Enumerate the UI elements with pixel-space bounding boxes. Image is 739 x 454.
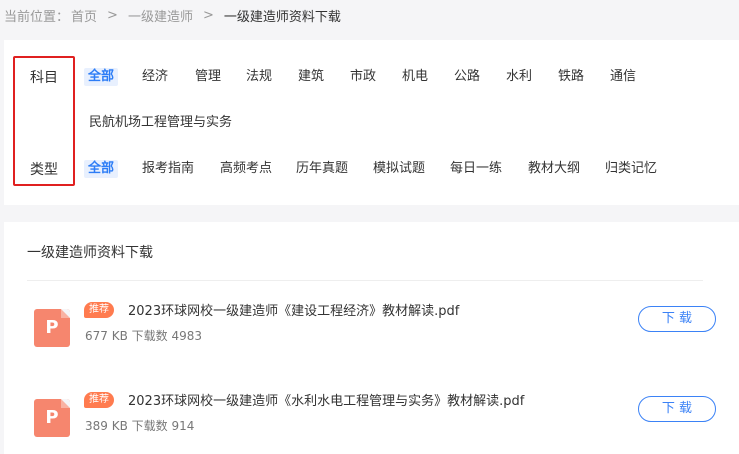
type-tag-mock-exams[interactable]: 模拟试题: [373, 160, 425, 178]
subject-tag-highway[interactable]: 公路: [454, 68, 480, 86]
type-tag-syllabus[interactable]: 教材大纲: [528, 160, 580, 178]
subject-tag-mechanical[interactable]: 机电: [402, 68, 428, 86]
download-list-panel: 一级建造师资料下载 P 推荐 2023环球网校一级建造师《建设工程经济》教材解读…: [4, 222, 739, 454]
type-label: 类型: [30, 162, 58, 178]
breadcrumb-home-link[interactable]: 首页: [71, 6, 97, 25]
file-name-link[interactable]: 2023环球网校一级建造师《水利水电工程管理与实务》教材解读.pdf: [128, 390, 524, 409]
breadcrumb-separator: >: [107, 7, 118, 23]
list-title: 一级建造师资料下载: [27, 245, 153, 261]
subject-tag-all[interactable]: 全部: [84, 68, 119, 86]
type-tag-all[interactable]: 全部: [84, 160, 119, 178]
subject-label: 科目: [30, 70, 58, 86]
recommend-badge: 推荐: [84, 392, 114, 408]
file-name-link[interactable]: 2023环球网校一级建造师《建设工程经济》教材解读.pdf: [128, 300, 459, 319]
list-divider: [27, 280, 703, 281]
subject-tag-telecom[interactable]: 通信: [610, 68, 636, 86]
subject-tag-aviation[interactable]: 民航机场工程管理与实务: [89, 114, 232, 132]
subject-tag-municipal[interactable]: 市政: [350, 68, 376, 86]
breadcrumb-level2-link[interactable]: 一级建造师: [128, 6, 193, 25]
file-meta: 677 KB 下载数 4983: [85, 329, 202, 343]
download-button[interactable]: 下 载: [638, 396, 716, 422]
breadcrumb-current: 一级建造师资料下载: [223, 9, 341, 25]
recommend-badge: 推荐: [84, 302, 114, 318]
filter-panel: 科目 类型 全部 经济 管理 法规 建筑 市政 机电 公路 水利 铁路 通信 民…: [4, 40, 739, 205]
type-tag-memory[interactable]: 归类记忆: [605, 160, 657, 178]
file-meta: 389 KB 下载数 914: [85, 419, 195, 433]
subject-tag-management[interactable]: 管理: [195, 68, 221, 86]
list-item: P 推荐 2023环球网校一级建造师《水利水电工程管理与实务》教材解读.pdf …: [4, 392, 739, 452]
pdf-file-icon: P: [34, 399, 70, 437]
pdf-file-icon: P: [34, 309, 70, 347]
type-tag-daily-practice[interactable]: 每日一练: [450, 160, 502, 178]
list-item: P 推荐 2023环球网校一级建造师《建设工程经济》教材解读.pdf 677 K…: [4, 302, 739, 362]
download-button[interactable]: 下 载: [638, 306, 716, 332]
subject-tag-railway[interactable]: 铁路: [558, 68, 584, 86]
breadcrumb-prefix: 当前位置：: [4, 9, 70, 25]
type-tag-guide[interactable]: 报考指南: [142, 160, 194, 178]
subject-tag-economy[interactable]: 经济: [142, 68, 168, 86]
subject-tag-regulations[interactable]: 法规: [246, 68, 272, 86]
subject-tag-construction[interactable]: 建筑: [298, 68, 324, 86]
breadcrumb-separator: >: [202, 7, 214, 23]
subject-tag-water[interactable]: 水利: [506, 68, 532, 86]
breadcrumb: 当前位置： 首页 > 一级建造师 > 一级建造师资料下载: [4, 6, 341, 25]
type-tag-past-exams[interactable]: 历年真题: [296, 160, 348, 178]
type-tag-key-points[interactable]: 高频考点: [220, 160, 272, 178]
